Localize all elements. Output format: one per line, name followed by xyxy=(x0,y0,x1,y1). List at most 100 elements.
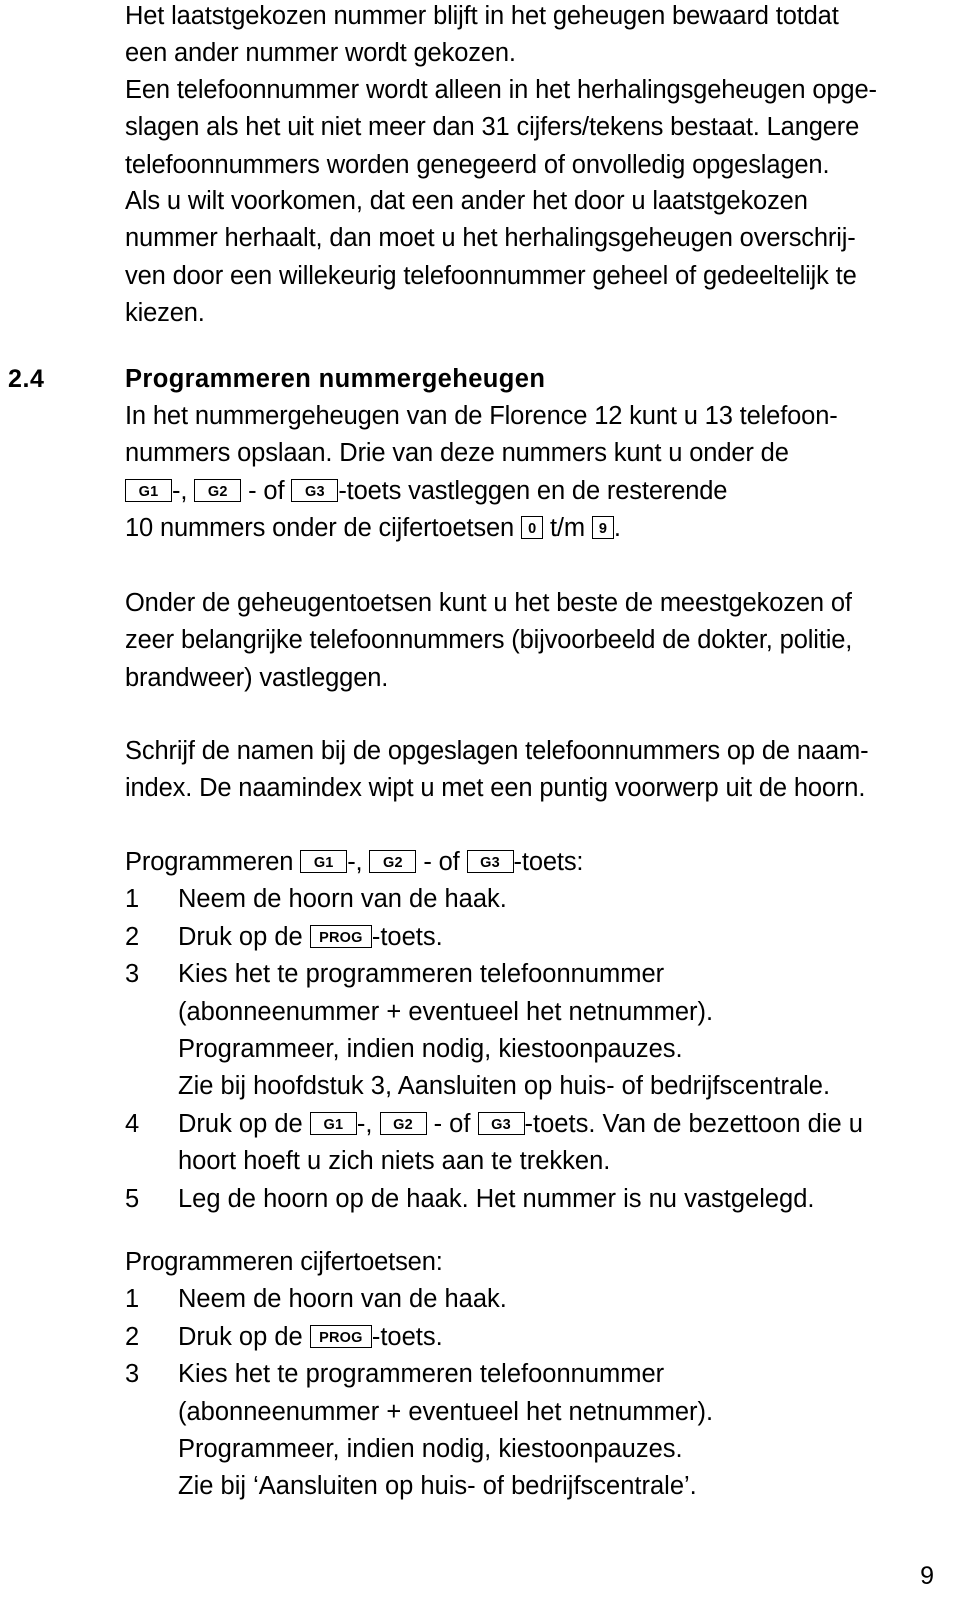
text-line: Schrijf de namen bij de opgeslagen telef… xyxy=(125,737,869,765)
list-item-number: 3 xyxy=(125,1360,140,1389)
text-fragment: -toets vastleggen en de resterende xyxy=(338,476,728,505)
list-item-number: 2 xyxy=(125,922,140,951)
text-fragment: -, xyxy=(172,476,188,505)
paragraph-name-index: Schrijf de namen bij de opgeslagen telef… xyxy=(125,733,925,808)
key-g1[interactable]: G1 xyxy=(300,850,348,873)
key-g3[interactable]: G3 xyxy=(477,1111,525,1135)
list-item-label: Programmeer, indien nodig, kiestoonpauze… xyxy=(178,1434,683,1463)
procedure-heading: Programmeren G1 -, G2 - of G3 -toets: xyxy=(125,844,925,881)
page-number: 9 xyxy=(920,1562,934,1590)
list-item-label: hoort hoeft u zich niets aan te trekken. xyxy=(178,1147,611,1176)
key-g1[interactable]: G1 xyxy=(125,478,172,502)
text-fragment: -toets. xyxy=(371,922,443,951)
list-item-number: 5 xyxy=(125,1184,140,1213)
text-fragment: - of xyxy=(433,1109,471,1138)
key-digit-9[interactable]: 9 xyxy=(591,516,614,540)
paragraph-prevent-redial: Als u wilt voorkomen, dat een ander het … xyxy=(125,183,925,333)
list-item-label: (abonneenummer + eventueel het netnummer… xyxy=(178,1397,714,1426)
text-line: nummers opslaan. Drie van deze nummers k… xyxy=(125,439,789,468)
text-fragment: Programmeren xyxy=(125,848,294,876)
list-item-label: Programmeer, indien nodig, kiestoonpauze… xyxy=(178,1034,683,1063)
text-line: zeer belangrijke telefoonnummers (bijvoo… xyxy=(125,626,853,655)
list-item-number: 1 xyxy=(125,1285,140,1314)
section-number: 2.4 xyxy=(8,365,45,393)
text-fragment: -toets. Van de bezettoon die u xyxy=(524,1109,863,1138)
section-body: In het nummergeheugen van de Florence 12… xyxy=(125,398,925,548)
list-item-label: (abonneenummer + eventueel het netnummer… xyxy=(178,997,714,1026)
list-item-label: Leg de hoorn op de haak. Het nummer is n… xyxy=(178,1184,815,1213)
text-fragment: -toets: xyxy=(513,848,584,876)
list-item: 5 Leg de hoorn op de haak. Het nummer is… xyxy=(125,1181,925,1218)
text-line: index. De naamindex wipt u met een punti… xyxy=(125,774,866,803)
list-item-number: 2 xyxy=(125,1322,140,1351)
key-g2[interactable]: G2 xyxy=(369,850,417,873)
text-fragment: -toets. xyxy=(371,1322,443,1351)
text-line-with-keys: G1 -, G2 - of G3 -toets vastleggen en de r… xyxy=(125,473,925,510)
text-line: Het laatstgekozen nummer blijft in het g… xyxy=(125,2,839,30)
text-fragment: 10 nummers onder de cijfertoetsen xyxy=(125,514,515,543)
key-prog[interactable]: PROG xyxy=(309,924,372,948)
key-g2[interactable]: G2 xyxy=(379,1111,427,1135)
text-line: Onder de geheugentoetsen kunt u het best… xyxy=(125,589,852,617)
paragraph-redial-memory: Een telefoonnummer wordt alleen in het h… xyxy=(125,72,925,184)
text-line: ven door een willekeurig telefoonnummer … xyxy=(125,261,857,290)
text-line-with-keys: 10 nummers onder de cijfertoetsen 0 t/m … xyxy=(125,510,925,547)
text-fragment: Druk op de xyxy=(178,922,303,951)
key-prog[interactable]: PROG xyxy=(309,1324,372,1348)
procedure-program-digit-keys: Programmeren cijfertoetsen: 1 Neem de ho… xyxy=(125,1244,925,1506)
list-item-label: Zie bij ‘Aansluiten op huis- of bedrijfs… xyxy=(178,1472,697,1501)
key-g2[interactable]: G2 xyxy=(194,478,242,502)
list-item: 3 Kies het te programmeren telefoonnumme… xyxy=(125,1356,925,1393)
list-item-continuation: hoort hoeft u zich niets aan te trekken. xyxy=(125,1143,925,1180)
key-g1[interactable]: G1 xyxy=(309,1111,357,1135)
text-line: nummer herhaalt, dan moet u het herhalin… xyxy=(125,224,856,253)
list-item-label: Zie bij hoofdstuk 3, Aansluiten op huis-… xyxy=(178,1072,831,1101)
text-line: kiezen. xyxy=(125,299,205,328)
text-fragment: . xyxy=(613,514,621,543)
text-fragment: t/m xyxy=(549,514,585,543)
list-item: 3 Kies het te programmeren telefoonnumme… xyxy=(125,956,925,993)
text-fragment: -, xyxy=(347,848,363,876)
procedure-heading: Programmeren cijfertoetsen: xyxy=(125,1248,443,1276)
list-item-label: Kies het te programmeren telefoonnummer xyxy=(178,960,665,989)
list-item-continuation: (abonneenummer + eventueel het netnummer… xyxy=(125,1394,925,1431)
text-fragment: - of xyxy=(423,848,460,876)
key-g3[interactable]: G3 xyxy=(291,478,339,502)
text-line: Een telefoonnummer wordt alleen in het h… xyxy=(125,76,877,104)
text-line: telefoonnummers worden genegeerd of onvo… xyxy=(125,150,830,179)
list-item-number: 1 xyxy=(125,885,140,914)
text-fragment: -, xyxy=(356,1109,373,1138)
list-item: 2 Druk op de PROG -toets. xyxy=(125,919,925,956)
list-item-number: 3 xyxy=(125,960,140,989)
list-item-continuation: Programmeer, indien nodig, kiestoonpauze… xyxy=(125,1431,925,1468)
list-item-continuation: Programmeer, indien nodig, kiestoonpauze… xyxy=(125,1031,925,1068)
key-digit-0[interactable]: 0 xyxy=(521,516,544,540)
text-fragment: Druk op de xyxy=(178,1322,303,1351)
list-item-label: Druk op de G1 -, G2 - of G3 -toets. Van de… xyxy=(178,1106,863,1143)
page-title: Programmeren nummergeheugen xyxy=(125,365,546,393)
list-item-continuation: Zie bij hoofdstuk 3, Aansluiten op huis-… xyxy=(125,1068,925,1105)
list-item-number: 4 xyxy=(125,1109,140,1138)
text-line: brandweer) vastleggen. xyxy=(125,663,389,692)
list-item: 1 Neem de hoorn van de haak. xyxy=(125,881,925,918)
text-line: slagen als het uit niet meer dan 31 cijf… xyxy=(125,113,860,142)
list-item-continuation: Zie bij ‘Aansluiten op huis- of bedrijfs… xyxy=(125,1468,925,1505)
list-item-label: Druk op de PROG -toets. xyxy=(178,919,443,956)
list-item-label: Neem de hoorn van de haak. xyxy=(178,885,507,914)
text-line: In het nummergeheugen van de Florence 12… xyxy=(125,402,838,430)
list-item: 1 Neem de hoorn van de haak. xyxy=(125,1281,925,1318)
list-item: 2 Druk op de PROG -toets. xyxy=(125,1319,925,1356)
text-fragment: - of xyxy=(248,476,285,505)
text-line: Als u wilt voorkomen, dat een ander het … xyxy=(125,187,808,215)
key-g3[interactable]: G3 xyxy=(466,850,514,873)
text-line: een ander nummer wordt gekozen. xyxy=(125,39,516,68)
list-item-label: Druk op de PROG -toets. xyxy=(178,1319,443,1356)
paragraph-memory-advice: Onder de geheugentoetsen kunt u het best… xyxy=(125,585,925,697)
procedure-program-g-keys: Programmeren G1 -, G2 - of G3 -toets: 1 Ne… xyxy=(125,844,925,1218)
document-page: Het laatstgekozen nummer blijft in het g… xyxy=(0,0,960,1613)
list-item-continuation: (abonneenummer + eventueel het netnummer… xyxy=(125,994,925,1031)
list-item-label: Neem de hoorn van de haak. xyxy=(178,1285,507,1314)
paragraph-last-number: Het laatstgekozen nummer blijft in het g… xyxy=(125,0,925,73)
list-item: 4 Druk op de G1 -, G2 - of G3 -toets. Van … xyxy=(125,1106,925,1143)
list-item-label: Kies het te programmeren telefoonnummer xyxy=(178,1360,665,1389)
